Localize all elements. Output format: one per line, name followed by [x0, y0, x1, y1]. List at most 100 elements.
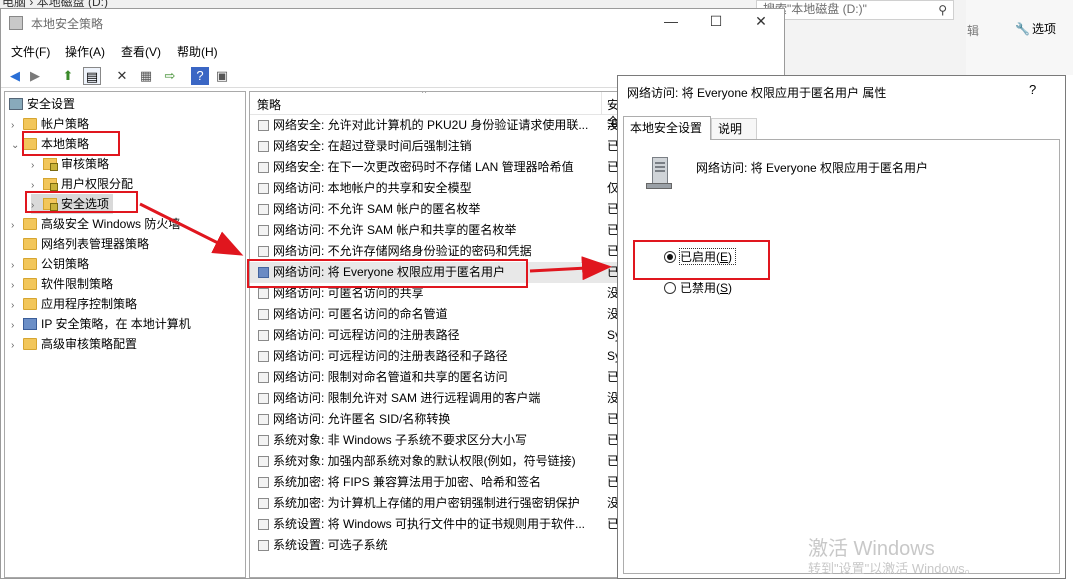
- tab-explain[interactable]: 说明: [711, 118, 757, 140]
- app-icon: [9, 16, 23, 30]
- tree-item-security-settings[interactable]: 安全设置: [9, 94, 75, 114]
- expand-arrow-icon[interactable]: ›: [31, 156, 43, 176]
- expand-arrow-icon[interactable]: ›: [11, 216, 23, 236]
- help-icon[interactable]: ?: [191, 67, 209, 85]
- policy-icon: [258, 519, 269, 530]
- table-row[interactable]: 网络访问: 可远程访问的注册表路径 Sy: [250, 325, 622, 346]
- table-row[interactable]: 网络访问: 可匿名访问的命名管道没: [250, 304, 622, 325]
- policy-icon: [258, 393, 269, 404]
- policy-icon: [258, 372, 269, 383]
- show-hide-tree-icon[interactable]: ▤: [83, 67, 101, 85]
- window-title: 本地安全策略: [31, 17, 104, 31]
- folder-icon: [23, 278, 37, 290]
- expand-arrow-icon[interactable]: ›: [11, 296, 23, 316]
- maximize-button[interactable]: ☐: [706, 13, 726, 31]
- table-row[interactable]: 网络安全: 在超过登录时间后强制注销已: [250, 136, 622, 157]
- dialog-tab-panel: 网络访问: 将 Everyone 权限应用于匿名用户 已启用(E) 已禁用(S): [623, 139, 1060, 574]
- security-settings-icon: [9, 98, 23, 110]
- tree-item-ip-security[interactable]: › IP 安全策略，在 本地计算机: [11, 314, 191, 334]
- expand-arrow-icon[interactable]: ›: [11, 336, 23, 356]
- expand-arrow-icon[interactable]: ›: [11, 256, 23, 276]
- tree-pane: 安全设置 › 帐户策略 ⌄ 本地策略 › 审核策略 › 用户权限分配 › 安全选项 › 高级…: [4, 91, 246, 578]
- table-row[interactable]: 系统设置: 可选子系统: [250, 535, 622, 556]
- table-row[interactable]: 系统加密: 将 FIPS 兼容算法用于加密、哈希和签名已: [250, 472, 622, 493]
- table-row[interactable]: 系统对象: 加强内部系统对象的默认权限(例如，符号链接) 已: [250, 451, 622, 472]
- back-arrow-icon[interactable]: ◀: [6, 67, 24, 85]
- activation-watermark-hint: 转到"设置"以激活 Windows。: [808, 561, 978, 576]
- annotation-box-enabled-option: [633, 240, 770, 280]
- table-row[interactable]: 网络访问: 可远程访问的注册表路径和子路径 Sy: [250, 346, 622, 367]
- disabled-radio[interactable]: 已禁用(S): [664, 279, 804, 297]
- table-row[interactable]: 网络安全: 在下一次更改密码时不存储 LAN 管理器哈希值已: [250, 157, 622, 178]
- policy-icon: [258, 141, 269, 152]
- table-row[interactable]: 网络访问: 本地帐户的共享和安全模型仅: [250, 178, 622, 199]
- folder-icon: [23, 118, 37, 130]
- locked-folder-icon: [43, 158, 58, 171]
- table-row[interactable]: 网络访问: 限制对命名管道和共享的匿名访问已: [250, 367, 622, 388]
- tree-item-firewall[interactable]: › 高级安全 Windows 防火墙: [11, 214, 180, 234]
- expand-arrow-icon[interactable]: ›: [11, 316, 23, 336]
- menu-action[interactable]: 操作(A): [65, 43, 105, 60]
- tree-item-app-control[interactable]: › 应用程序控制策略: [11, 294, 137, 314]
- policy-icon: [258, 162, 269, 173]
- policy-icon: [258, 414, 269, 425]
- view-icon[interactable]: ▣: [213, 67, 231, 85]
- policy-name: 网络安全: 在超过登录时间后强制注销: [273, 139, 472, 153]
- annotation-box-security-options: [25, 191, 138, 213]
- minimize-button[interactable]: —: [661, 13, 681, 31]
- background-ribbon: [966, 0, 1073, 75]
- wrench-icon: 🔧: [1015, 22, 1030, 36]
- policy-icon: [258, 204, 269, 215]
- close-button[interactable]: ✕: [751, 13, 771, 31]
- policy-name: 网络访问: 限制对命名管道和共享的匿名访问: [273, 370, 508, 384]
- folder-icon: [23, 218, 37, 230]
- menu-help[interactable]: 帮助(H): [177, 43, 218, 60]
- policy-name: 网络访问: 限制允许对 SAM 进行远程调用的客户端: [273, 391, 541, 405]
- menu-view[interactable]: 查看(V): [121, 43, 161, 60]
- table-row[interactable]: 网络安全: 允许对此计算机的 PKU2U 身份验证请求使用联... 没: [250, 115, 622, 136]
- table-row[interactable]: 系统加密: 为计算机上存储的用户密钥强制进行强密钥保护没: [250, 493, 622, 514]
- forward-arrow-icon[interactable]: ▶: [26, 67, 44, 85]
- properties-icon[interactable]: ▦: [137, 67, 155, 85]
- table-row[interactable]: 网络访问: 允许匿名 SID/名称转换已: [250, 409, 622, 430]
- tab-local-security-setting[interactable]: 本地安全设置: [623, 116, 711, 140]
- title-bar: 本地安全策略 — ☐ ✕: [1, 9, 784, 37]
- tree-item-software-restriction[interactable]: › 软件限制策略: [11, 274, 113, 294]
- table-row[interactable]: 网络访问: 不允许 SAM 帐户的匿名枚举已: [250, 199, 622, 220]
- column-header-policy[interactable]: 策略: [257, 96, 281, 113]
- policy-icon: [258, 309, 269, 320]
- options-button[interactable]: 🔧 选项: [1015, 20, 1056, 37]
- annotation-box-local-policies: [22, 131, 120, 156]
- policy-name: 网络访问: 不允许 SAM 帐户的匿名枚举: [273, 202, 481, 216]
- column-divider[interactable]: [601, 92, 602, 114]
- policy-name: 网络访问: 可远程访问的注册表路径和子路径: [273, 349, 508, 363]
- table-row[interactable]: 系统对象: 非 Windows 子系统不要求区分大小写已: [250, 430, 622, 451]
- policy-icon: [258, 330, 269, 341]
- menu-file[interactable]: 文件(F): [11, 43, 50, 60]
- table-row[interactable]: 系统设置: 将 Windows 可执行文件中的证书规则用于软件... 已: [250, 514, 622, 535]
- export-list-icon[interactable]: ⇨: [161, 67, 179, 85]
- tree-item-public-key[interactable]: › 公钥策略: [11, 254, 89, 274]
- policy-icon: [258, 246, 269, 257]
- table-row[interactable]: 网络访问: 不允许 SAM 帐户和共享的匿名枚举已: [250, 220, 622, 241]
- policy-icon: [258, 351, 269, 362]
- disabled-label: 已禁用(S): [680, 281, 733, 295]
- tree-item-network-list[interactable]: 网络列表管理器策略: [23, 234, 149, 254]
- table-row[interactable]: 网络访问: 限制允许对 SAM 进行远程调用的客户端没: [250, 388, 622, 409]
- tree-item-advanced-audit[interactable]: › 高级审核策略配置: [11, 334, 137, 354]
- delete-icon[interactable]: ✕: [113, 67, 131, 85]
- expand-arrow-icon[interactable]: ›: [11, 276, 23, 296]
- tree-item-audit-policy[interactable]: › 审核策略: [31, 154, 109, 174]
- annotation-box-selected-policy: [247, 259, 528, 288]
- up-folder-icon[interactable]: ⬆: [59, 67, 77, 85]
- policy-icon: [258, 498, 269, 509]
- dialog-help-button[interactable]: ?: [1029, 82, 1036, 97]
- background-window-strip: 电脑 › 本地磁盘 (D:): [0, 0, 700, 9]
- policy-name: 网络安全: 允许对此计算机的 PKU2U 身份验证请求使用联...: [273, 118, 589, 132]
- policy-name: 系统设置: 将 Windows 可执行文件中的证书规则用于软件...: [273, 517, 586, 531]
- search-icon: ⚲: [938, 3, 947, 17]
- policy-name: 网络访问: 不允许 SAM 帐户和共享的匿名枚举: [273, 223, 517, 237]
- radio-unselected-icon: [664, 282, 676, 294]
- background-search-input[interactable]: 搜索"本地磁盘 (D:)" ⚲: [756, 0, 954, 20]
- policy-icon: [258, 120, 269, 131]
